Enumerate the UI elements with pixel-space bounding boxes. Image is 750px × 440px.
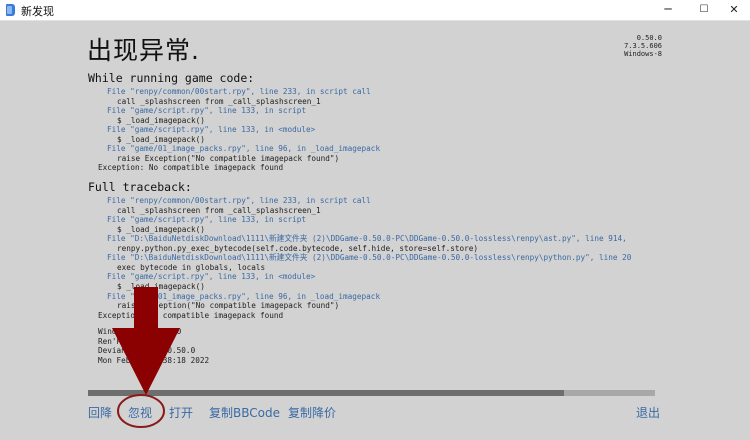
trace-line: $ _load_imagepack() bbox=[117, 134, 205, 144]
trace-line: File "D:\BaiduNetdiskDownload\1111\新建文件夹… bbox=[107, 234, 627, 244]
trace-line: renpy.python.py_exec_bytecode(self.code.… bbox=[117, 243, 479, 253]
version-line: Windows-8 bbox=[624, 50, 662, 59]
section-title-full-traceback: Full traceback: bbox=[88, 180, 192, 194]
scroll-progress-fill bbox=[88, 390, 565, 396]
trace-line: File "game/01_image_packs.rpy", line 96,… bbox=[107, 291, 381, 301]
trace-line: raise Exception("No compatible imagepack… bbox=[117, 153, 340, 163]
trace-line: $ _load_imagepack() bbox=[117, 224, 205, 234]
system-info: Windows-8-6.2.9200 Ren'Py 7.3.5.606 Devi… bbox=[98, 327, 209, 366]
app-icon bbox=[6, 4, 15, 16]
section-title-while-running: While running game code: bbox=[88, 71, 255, 85]
trace-line: call _splashscreen from _call_splashscre… bbox=[117, 96, 321, 106]
trace-line: File "game/script.rpy", line 133, in <mo… bbox=[107, 125, 316, 135]
trace-line: File "game/script.rpy", line 133, in <mo… bbox=[107, 272, 316, 282]
system-info-line: Deviant Series 0.50.0 bbox=[98, 346, 196, 356]
trace-line: File "renpy/common/00start.rpy", line 23… bbox=[107, 196, 371, 205]
version-line: 0.50.0 bbox=[636, 34, 662, 42]
trace-line: File "renpy/common/00start.rpy", line 23… bbox=[107, 87, 371, 96]
rollback-button[interactable]: 回降 bbox=[88, 404, 112, 421]
copy-bbcode-button[interactable]: 复制BBCode bbox=[209, 404, 280, 421]
system-info-line: Mon Feb 21 13:38:18 2022 bbox=[98, 356, 210, 366]
trace-line: File "game/script.rpy", line 133, in scr… bbox=[107, 106, 307, 116]
trace-line: File "D:\BaiduNetdiskDownload\1111\新建文件夹… bbox=[107, 253, 632, 263]
trace-line: $ _load_imagepack() bbox=[117, 115, 205, 125]
version-line: 7.3.5.606 bbox=[624, 42, 662, 51]
trace-line: File "game/01_image_packs.rpy", line 96,… bbox=[107, 144, 381, 154]
trace-line: raise Exception("No compatible imagepack… bbox=[117, 301, 340, 311]
trace-line: call _splashscreen from _call_splashscre… bbox=[117, 205, 321, 215]
system-info-line: Windows-8-6.2.9200 bbox=[98, 327, 182, 336]
trace-line: exec bytecode in globals, locals bbox=[117, 262, 266, 272]
close-button[interactable]: ✕ bbox=[716, 0, 750, 20]
scroll-progress-bar[interactable] bbox=[88, 390, 655, 396]
open-button[interactable]: 打开 bbox=[169, 404, 193, 421]
ignore-button[interactable]: 忽视 bbox=[128, 404, 152, 421]
page-title: 出现异常. bbox=[87, 36, 200, 65]
version-info: 0.50.0 7.3.5.606 Windows-8 bbox=[624, 34, 662, 59]
window-title: 新发现 bbox=[21, 5, 54, 18]
trace-line: File "game/script.rpy", line 133, in scr… bbox=[107, 215, 307, 225]
system-info-line: Ren'Py 7.3.5.606 bbox=[98, 336, 173, 346]
window-titlebar: 新发现 ─ ☐ ✕ bbox=[0, 0, 750, 21]
trace-line: Exception: No compatible imagepack found bbox=[98, 310, 284, 320]
trace-line: Exception: No compatible imagepack found bbox=[98, 163, 284, 173]
copy-markdown-button[interactable]: 复制降价 bbox=[288, 404, 336, 421]
minimize-button[interactable]: ─ bbox=[650, 0, 686, 20]
trace-line: $ _load_imagepack() bbox=[117, 281, 205, 291]
quit-button[interactable]: 退出 bbox=[636, 404, 660, 421]
